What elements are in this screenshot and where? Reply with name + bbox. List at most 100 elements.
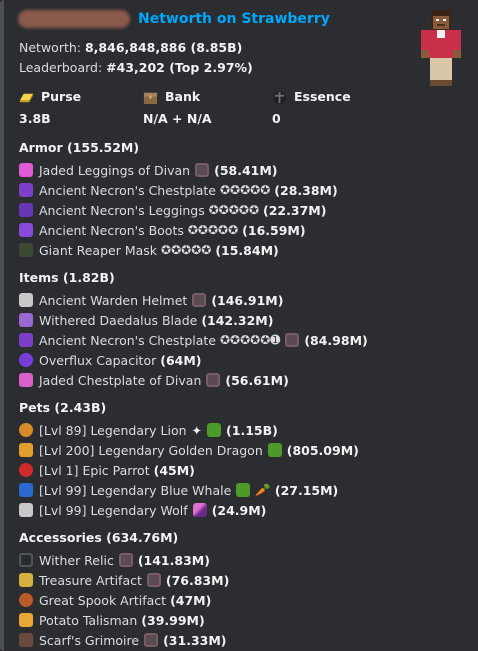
enchanted-book-icon	[144, 633, 159, 647]
treasure-artifact-icon	[19, 573, 33, 587]
item-value: (24.9M)	[211, 502, 267, 518]
item-value: (64M)	[160, 352, 202, 368]
item-name: Jaded Leggings of Divan	[39, 162, 191, 178]
bank-label: Bank	[165, 89, 201, 104]
pink-chestplate-icon	[19, 373, 33, 387]
item-name: Ancient Necron's Chestplate	[39, 332, 216, 348]
item-value: (142.32M)	[201, 312, 274, 328]
items-item: Ancient Necron's Chestplate ✪✪✪✪✪➊ (84.9…	[19, 331, 368, 349]
item-value: (47M)	[170, 592, 212, 608]
purse-field-name: Purse	[19, 89, 81, 105]
armor-item: Ancient Necron's Boots ✪✪✪✪✪ (16.59M)	[19, 221, 306, 239]
leaderboard-value: #43,202 (Top 2.97%)	[106, 60, 253, 75]
items-item: Jaded Chestplate of Divan (56.61M)	[19, 371, 289, 389]
sword-pet-item-icon	[192, 503, 207, 517]
green-pet-item-icon	[207, 423, 222, 437]
item-value: (27.15M)	[274, 482, 339, 498]
item-value: (805.09M)	[286, 442, 359, 458]
item-value: (146.91M)	[211, 292, 284, 308]
essence-value: 0	[272, 111, 281, 126]
enchanted-book-icon	[192, 293, 207, 307]
reaper-mask-icon	[19, 243, 33, 257]
embed-header: Networth on Strawberry	[18, 8, 330, 30]
item-name: Overflux Capacitor	[39, 352, 157, 368]
wolf-icon	[19, 503, 33, 517]
embed-title-link[interactable]: Networth on Strawberry	[138, 11, 330, 27]
blue-whale-icon	[19, 483, 33, 497]
items-section-title: Items (1.82B)	[19, 270, 115, 285]
item-name: Scarf's Grimoire	[39, 632, 140, 648]
networth-embed: Networth on Strawberry Networth: 8,846,8…	[0, 0, 478, 651]
item-name: Potato Talisman	[39, 612, 138, 628]
accessories-section-title: Accessories (634.76M)	[19, 530, 179, 545]
item-value: (45M)	[153, 462, 195, 478]
grimoire-icon	[19, 633, 33, 647]
golden-dragon-icon	[19, 443, 33, 457]
purple-leggings-icon	[19, 203, 33, 217]
enchanted-book-icon	[195, 163, 210, 177]
overflux-capacitor-icon	[19, 353, 33, 367]
warden-helmet-icon	[19, 293, 33, 307]
item-stars: ✪✪✪✪✪	[220, 183, 271, 197]
item-name: Withered Daedalus Blade	[39, 312, 198, 328]
enchanted-book-icon	[285, 333, 300, 347]
item-name: Jaded Chestplate of Divan	[39, 372, 202, 388]
accessory-item: Treasure Artifact (76.83M)	[19, 571, 229, 589]
green-pet-item-icon	[267, 443, 282, 457]
lion-icon	[19, 423, 33, 437]
enchanted-book-icon	[206, 373, 221, 387]
purse-label: Purse	[41, 89, 82, 104]
bank-field-name: Bank	[143, 89, 200, 105]
item-name: [Lvl 99] Legendary Wolf	[39, 502, 188, 518]
item-stars: ✪✪✪✪✪➊	[220, 333, 281, 347]
armor-item: Jaded Leggings of Divan (58.41M)	[19, 161, 278, 179]
purple-chestplate-icon	[19, 333, 33, 347]
purple-chestplate-icon	[19, 183, 33, 197]
item-name: Treasure Artifact	[39, 572, 142, 588]
item-name: Ancient Necron's Boots	[39, 222, 184, 238]
purple-boots-icon	[19, 223, 33, 237]
enchanted-book-icon	[118, 553, 133, 567]
accessory-item: Great Spook Artifact (47M)	[19, 591, 211, 609]
item-name: [Lvl 99] Legendary Blue Whale	[39, 482, 232, 498]
purse-value: 3.8B	[19, 111, 51, 126]
networth-value: 8,846,848,886 (8.85B)	[84, 40, 243, 55]
daedalus-blade-icon	[19, 313, 33, 327]
accessory-item: Potato Talisman (39.99M)	[19, 611, 205, 629]
item-stars: ✪✪✪✪✪	[161, 243, 212, 257]
potato-talisman-icon	[19, 613, 33, 627]
item-value: (76.83M)	[165, 572, 230, 588]
essence-field-name: Essence	[272, 89, 351, 105]
pets-section-title: Pets (2.43B)	[19, 400, 107, 415]
item-value: (84.98M)	[304, 332, 368, 348]
gold-ingot-icon	[19, 93, 34, 102]
player-skin-thumbnail	[421, 10, 461, 86]
blurred-author-avatar	[18, 10, 130, 28]
item-name: [Lvl 89] Legendary Lion	[39, 422, 187, 438]
item-name: Ancient Warden Helmet	[39, 292, 188, 308]
armor-section-title: Armor (155.52M)	[19, 140, 140, 155]
item-name: [Lvl 200] Legendary Golden Dragon	[39, 442, 263, 458]
item-name: Ancient Necron's Leggings	[39, 202, 205, 218]
accessory-item: Wither Relic (141.83M)	[19, 551, 210, 569]
item-name: Wither Relic	[39, 552, 114, 568]
wither-essence-icon	[272, 90, 287, 104]
item-stars: ✪✪✪✪✪	[187, 223, 239, 237]
items-item: Withered Daedalus Blade (142.32M)	[19, 311, 273, 329]
pet-item: [Lvl 99] Legendary Blue Whale 🥕 (27.15M)	[19, 481, 338, 499]
parrot-icon	[19, 463, 33, 477]
item-value: (56.61M)	[225, 372, 289, 388]
item-value: (31.33M)	[163, 632, 227, 648]
pet-item: [Lvl 200] Legendary Golden Dragon (805.0…	[19, 441, 359, 459]
item-name: Giant Reaper Mask	[39, 242, 158, 258]
accessory-item: Scarf's Grimoire (31.33M)	[19, 631, 227, 649]
item-value: (28.38M)	[274, 182, 338, 198]
items-item: Ancient Warden Helmet (146.91M)	[19, 291, 283, 309]
item-value: (58.41M)	[214, 162, 278, 178]
pet-item: [Lvl 1] Epic Parrot (45M)	[19, 461, 195, 479]
item-value: (22.37M)	[263, 202, 327, 218]
leaderboard-line: Leaderboard: #43,202 (Top 2.97%)	[19, 60, 253, 76]
spook-artifact-icon	[19, 593, 33, 607]
enchanted-book-icon	[146, 573, 161, 587]
leaderboard-label: Leaderboard:	[19, 60, 103, 75]
